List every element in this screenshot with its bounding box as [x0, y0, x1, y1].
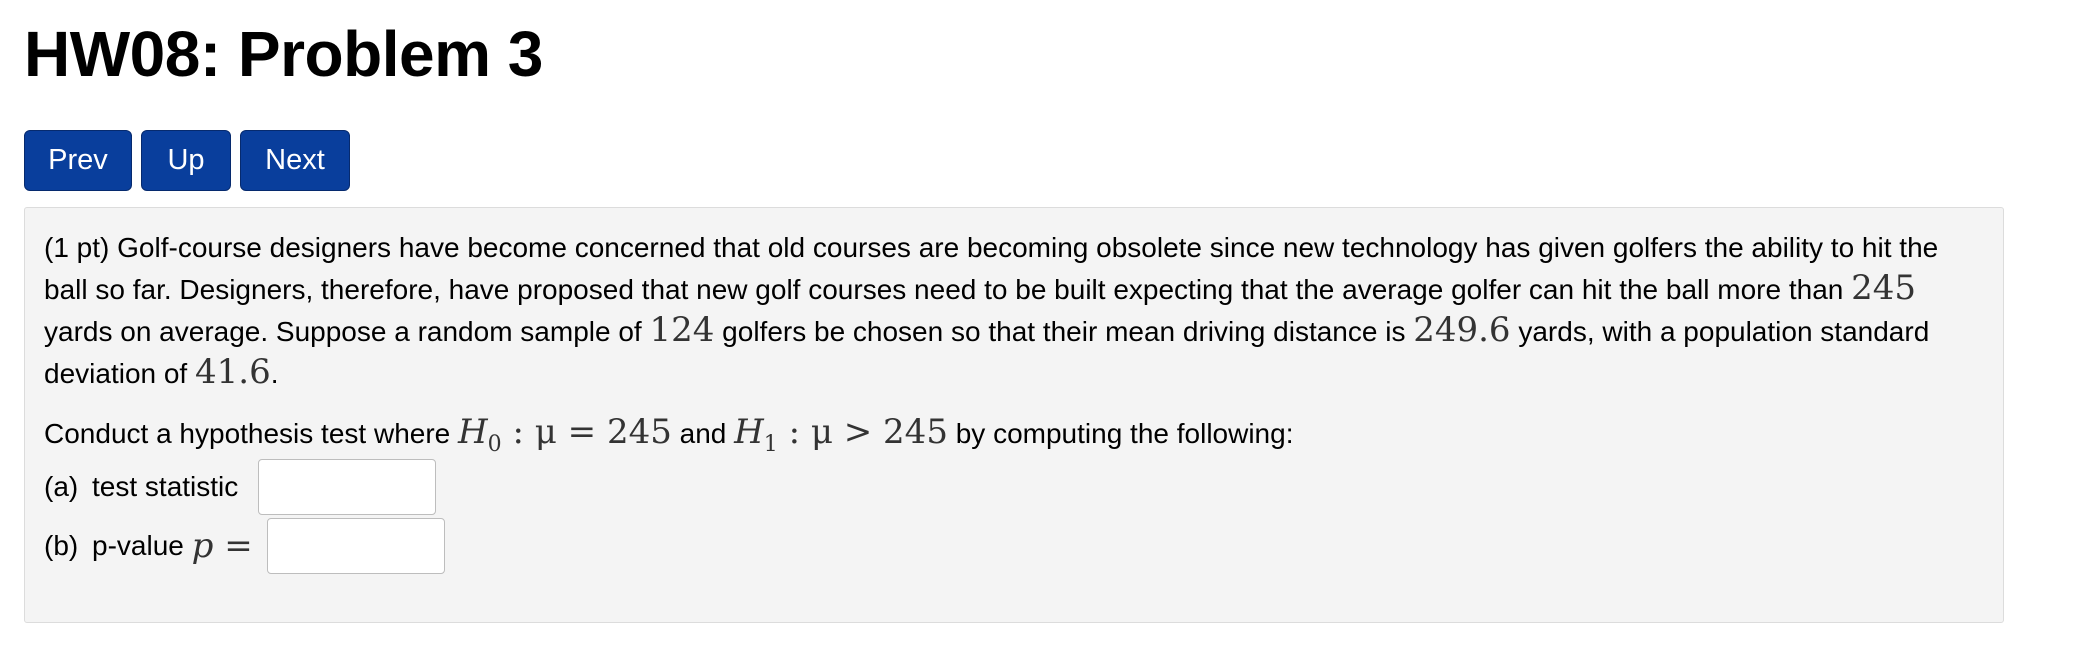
problem-text-2: yards on average. Suppose a random sampl… — [44, 316, 642, 347]
points-label: (1 pt) — [44, 232, 110, 263]
null-hypothesis-symbol: H — [458, 412, 488, 452]
null-hypothesis: H0 : μ = 245 — [458, 412, 672, 457]
alternative-hypothesis-symbol: H — [734, 412, 764, 452]
problem-text-3: golfers be chosen so that their mean dri… — [722, 316, 1406, 347]
alternative-hypothesis-relation: : μ > 245 — [777, 412, 948, 452]
problem-text-5: . — [270, 358, 279, 389]
problem-statement: (1 pt) Golf-course designers have become… — [44, 228, 1984, 394]
p-value-symbol: p = — [191, 526, 253, 566]
test-statistic-input[interactable] — [258, 459, 437, 515]
sample-size: 124 — [649, 310, 715, 350]
null-hypothesis-subscript: 0 — [487, 431, 502, 457]
population-sd: 41.6 — [195, 352, 271, 392]
problem-box: (1 pt) Golf-course designers have become… — [24, 207, 2004, 623]
part-a: (a) test statistic — [44, 459, 437, 515]
problem-text-1: Golf-course designers have become concer… — [44, 232, 1939, 305]
hypothesis-intro: Conduct a hypothesis test where — [44, 418, 451, 449]
part-b-text: p-value — [92, 530, 184, 561]
part-a-text: test statistic — [92, 471, 239, 502]
hypothesis-outro: by computing the following: — [955, 418, 1294, 449]
hypothesis-and: and — [679, 418, 727, 449]
alternative-hypothesis-subscript: 1 — [763, 431, 778, 457]
null-hypothesis-relation: : μ = 245 — [501, 412, 672, 452]
next-button[interactable]: Next — [240, 130, 350, 191]
part-b-label: (b) — [44, 530, 79, 561]
up-button[interactable]: Up — [141, 130, 231, 191]
alternative-hypothesis: H1 : μ > 245 — [734, 412, 948, 457]
page-title: HW08: Problem 3 — [24, 18, 543, 90]
part-a-label: (a) — [44, 471, 79, 502]
hypothesized-mean: 245 — [1851, 268, 1917, 308]
part-b: (b) p-value p = — [44, 518, 445, 574]
prev-button[interactable]: Prev — [24, 130, 132, 191]
sample-mean: 249.6 — [1413, 310, 1511, 350]
p-value-input[interactable] — [266, 518, 445, 574]
